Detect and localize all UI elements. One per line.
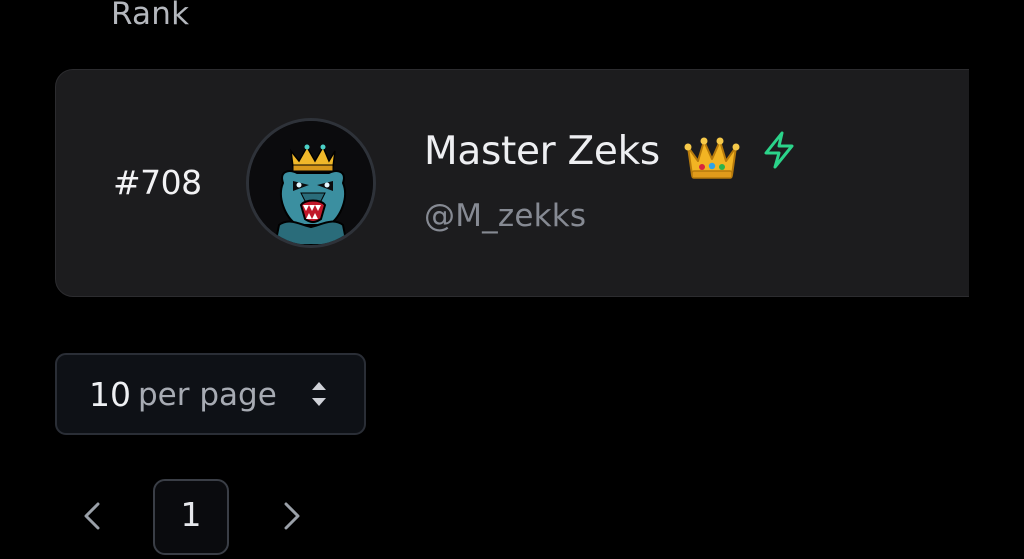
crown-icon bbox=[684, 137, 740, 179]
display-name: Master Zeks bbox=[424, 129, 660, 174]
current-page-number: 1 bbox=[180, 495, 202, 534]
user-handle[interactable]: @M_zekks bbox=[424, 198, 586, 234]
rank-column-header: Rank bbox=[111, 0, 190, 32]
lightning-bolt-icon bbox=[764, 131, 794, 169]
viewport-edge bbox=[969, 60, 1024, 310]
rank-value: #708 bbox=[113, 163, 202, 202]
per-page-value: 10 bbox=[89, 375, 131, 414]
avatar[interactable] bbox=[246, 118, 376, 248]
per-page-label: per page bbox=[138, 377, 277, 413]
sort-arrows-icon bbox=[312, 382, 326, 406]
chevron-left-icon[interactable] bbox=[78, 498, 108, 534]
chevron-right-icon[interactable] bbox=[276, 498, 306, 534]
gorilla-crown-icon bbox=[249, 121, 373, 245]
